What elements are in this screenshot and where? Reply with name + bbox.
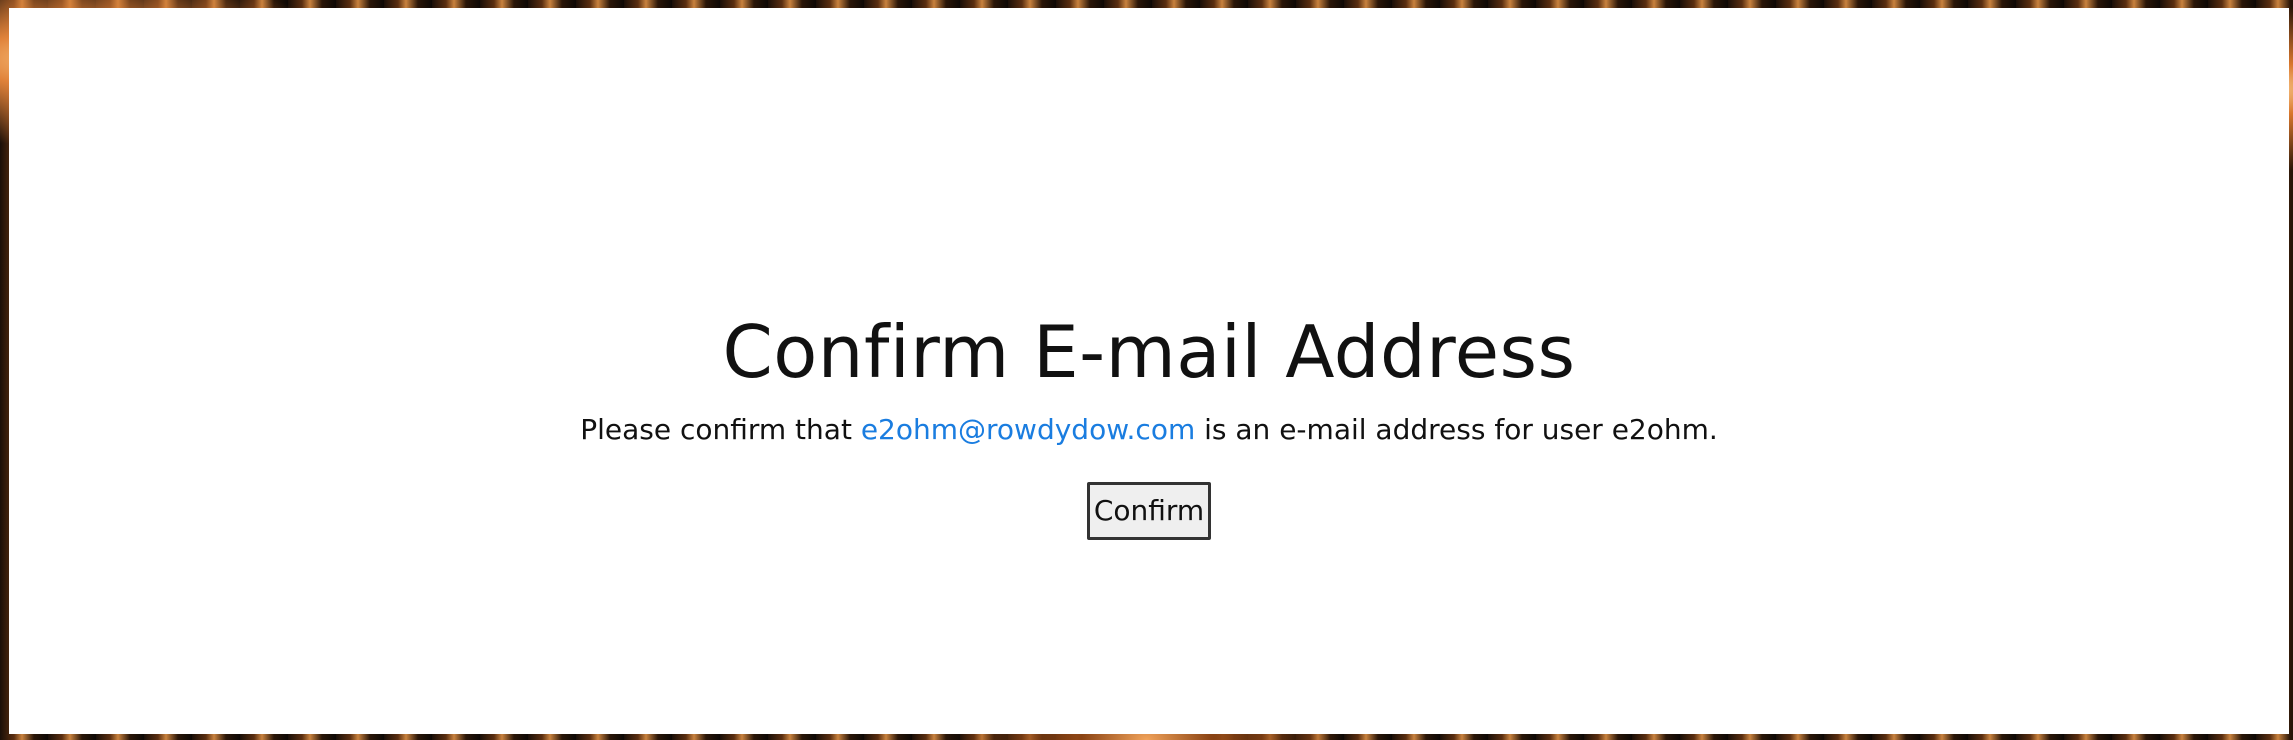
message-prefix: Please confirm that — [580, 413, 861, 446]
confirm-button[interactable]: Confirm — [1086, 482, 1212, 540]
message-suffix: is an e-mail address for user e2ohm. — [1195, 413, 1718, 446]
page-title: Confirm E-mail Address — [722, 310, 1576, 394]
email-link[interactable]: e2ohm@rowdydow.com — [861, 413, 1195, 446]
main-panel: Confirm E-mail Address Please confirm th… — [9, 8, 2289, 734]
confirm-message: Please confirm that e2ohm@rowdydow.com i… — [9, 412, 2289, 448]
confirm-email-section: Confirm E-mail Address Please confirm th… — [9, 308, 2289, 540]
